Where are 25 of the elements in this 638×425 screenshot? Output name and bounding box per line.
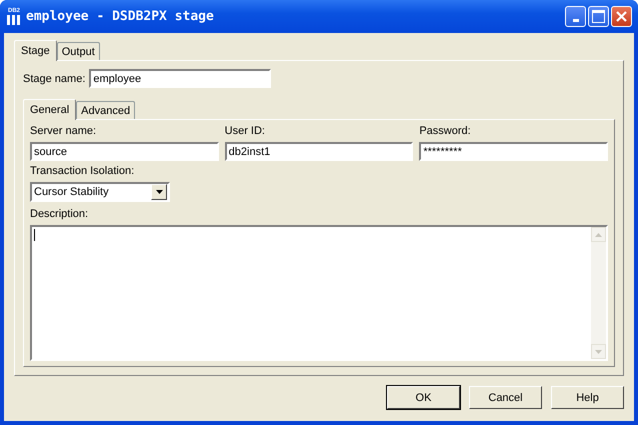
dialog-button[interactable]: OK — [387, 386, 460, 409]
tab[interactable]: Stage — [14, 40, 57, 61]
field-label: Server name: — [30, 125, 98, 137]
field-label: Description: — [30, 208, 90, 220]
tab[interactable]: Advanced — [76, 101, 136, 119]
minimize-button[interactable] — [565, 6, 586, 27]
dialog-button[interactable]: Help — [551, 386, 624, 409]
input-field[interactable]: employee — [89, 69, 272, 88]
close-button[interactable] — [611, 6, 632, 27]
maximize-button[interactable] — [588, 6, 609, 27]
close-icon[interactable] — [615, 10, 628, 23]
input-field[interactable]: ********* — [419, 142, 608, 161]
dialog-button[interactable]: Cancel — [469, 386, 542, 409]
input-field[interactable]: db2inst1 — [224, 142, 414, 161]
minimize-icon[interactable] — [572, 19, 578, 22]
dropdown[interactable]: Cursor Stability — [30, 182, 170, 202]
tab[interactable]: Output — [56, 42, 100, 60]
field-label: Password: — [419, 125, 472, 137]
window-title: employee - DSDB2PX stage — [26, 9, 214, 24]
tab[interactable]: General — [23, 99, 76, 120]
input-field[interactable]: source — [30, 142, 219, 161]
field-label: User ID: — [224, 125, 266, 137]
field-label: Transaction Isolation: — [30, 165, 136, 177]
maximize-icon[interactable] — [592, 10, 605, 23]
field-label: Stage name: — [23, 72, 86, 84]
